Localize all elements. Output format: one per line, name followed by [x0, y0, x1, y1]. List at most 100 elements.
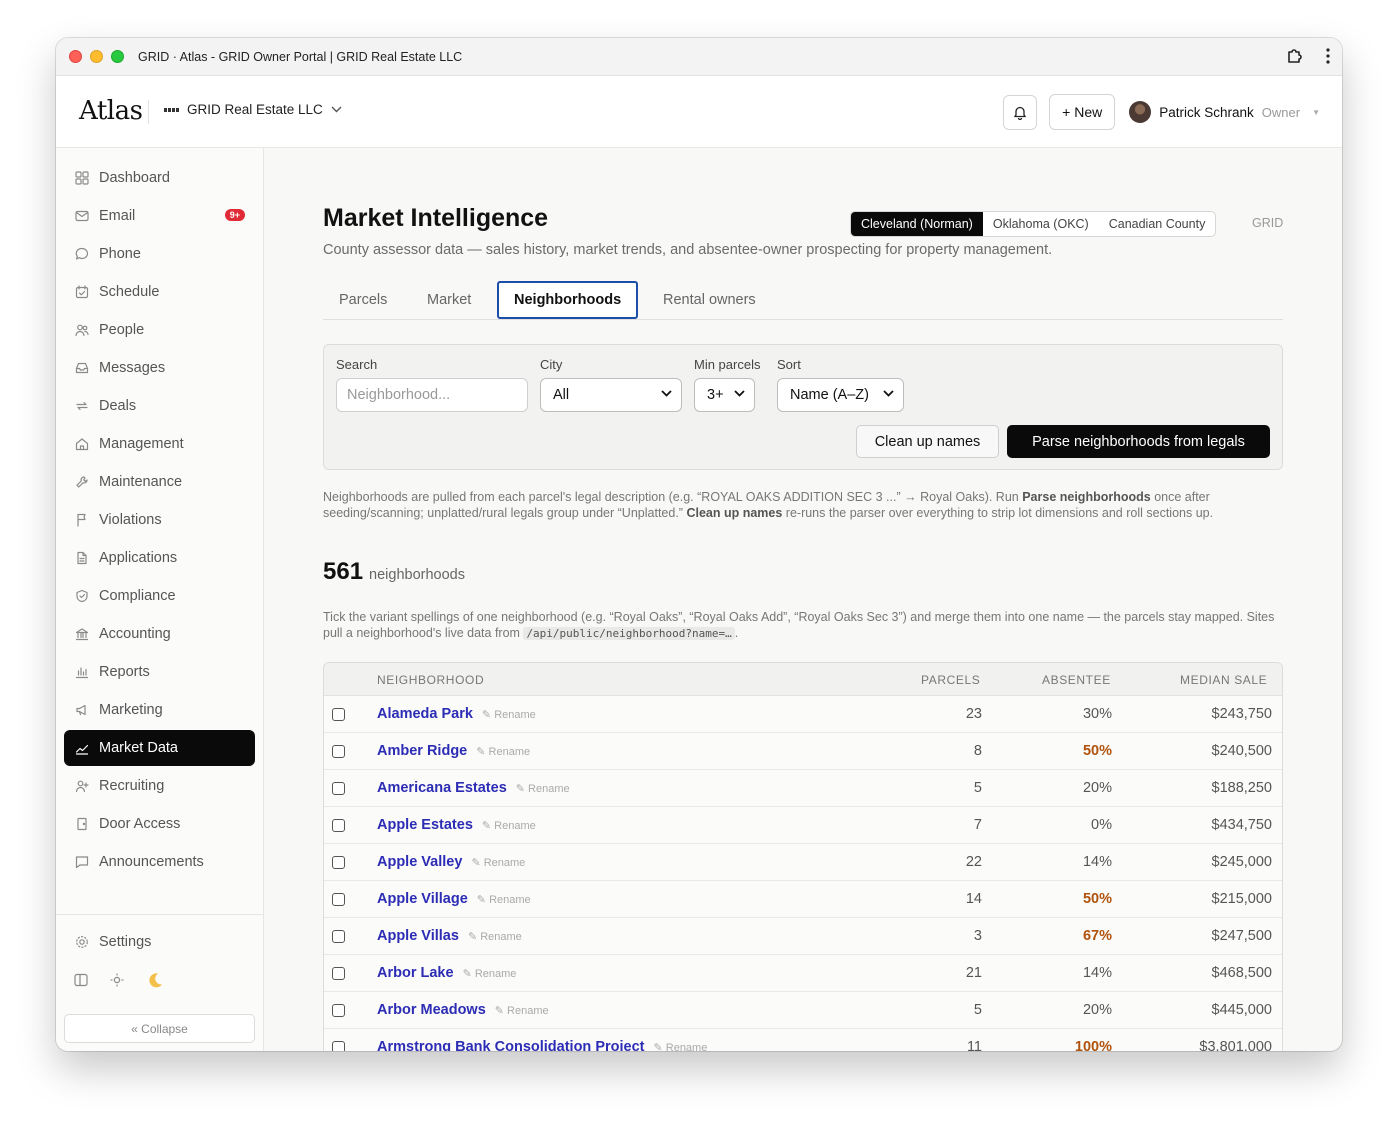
gear-icon [75, 935, 89, 949]
help-text-part: re-runs the parser over everything to st… [782, 506, 1214, 520]
row-checkbox[interactable] [332, 1004, 345, 1017]
sidebar-item-recruiting[interactable]: Recruiting [64, 768, 255, 804]
row-checkbox[interactable] [332, 930, 345, 943]
row-checkbox[interactable] [332, 745, 345, 758]
app-logo[interactable]: Atlas [79, 96, 143, 126]
search-input[interactable]: Neighborhood... [336, 378, 528, 412]
org-switcher[interactable]: GRID Real Estate LLC [164, 102, 342, 117]
rename-link[interactable]: ✎ Rename [468, 930, 522, 943]
moon-icon[interactable] [146, 971, 164, 994]
tab-parcels[interactable]: Parcels [339, 281, 387, 319]
message-square-icon [75, 855, 89, 869]
rename-link[interactable]: ✎ Rename [471, 856, 525, 869]
parcels-cell: 23 [965, 706, 982, 722]
table-row: Apple Village ✎ Rename 14 50% $215,000 [324, 881, 1282, 918]
sidebar-item-accounting[interactable]: Accounting [64, 616, 255, 652]
neighborhood-link[interactable]: Alameda Park ✎ Rename [377, 706, 536, 722]
column-header-median-sale[interactable]: MEDIAN SALE [1180, 673, 1267, 687]
sidebar-item-reports[interactable]: Reports [64, 654, 255, 690]
row-checkbox[interactable] [332, 819, 345, 832]
county-option-oklahoma[interactable]: Oklahoma (OKC) [983, 212, 1099, 236]
city-select[interactable]: All [540, 378, 682, 412]
absentee-cell: 14% [1082, 965, 1112, 981]
sort-select[interactable]: Name (A–Z) [777, 378, 904, 412]
sidebar-item-dashboard[interactable]: Dashboard [64, 160, 255, 196]
row-checkbox[interactable] [332, 856, 345, 869]
theme-switcher [74, 971, 164, 994]
more-menu-icon[interactable] [1326, 48, 1330, 64]
rename-link[interactable]: ✎ Rename [495, 1004, 549, 1017]
sidebar-item-management[interactable]: Management [64, 426, 255, 462]
sidebar-panel-icon[interactable] [74, 973, 88, 992]
sidebar-item-door-access[interactable]: Door Access [64, 806, 255, 842]
county-option-canadian[interactable]: Canadian County [1099, 212, 1216, 236]
rename-link[interactable]: ✎ Rename [482, 819, 536, 832]
sidebar-item-schedule[interactable]: Schedule [64, 274, 255, 310]
sidebar-item-market-data[interactable]: Market Data [64, 730, 255, 766]
collapse-sidebar-button[interactable]: « Collapse [64, 1014, 255, 1043]
neighborhood-link[interactable]: Arbor Lake ✎ Rename [377, 965, 516, 981]
column-header-absentee[interactable]: ABSENTEE [1042, 673, 1111, 687]
table-row: Amber Ridge ✎ Rename 8 50% $240,500 [324, 733, 1282, 770]
neighborhood-link[interactable]: Amber Ridge ✎ Rename [377, 743, 530, 759]
sidebar-item-email[interactable]: Email 9+ [64, 198, 255, 234]
sidebar-item-applications[interactable]: Applications [64, 540, 255, 576]
sidebar-item-settings[interactable]: Settings [64, 924, 255, 960]
row-checkbox[interactable] [332, 967, 345, 980]
sidebar-item-people[interactable]: People [64, 312, 255, 348]
median-sale-cell: $434,750 [1211, 817, 1272, 833]
parcels-cell: 3 [973, 928, 982, 944]
sidebar-item-announcements[interactable]: Announcements [64, 844, 255, 880]
notifications-button[interactable] [1003, 94, 1038, 130]
minimize-window-button[interactable] [90, 50, 103, 63]
rename-link[interactable]: ✎ Rename [482, 708, 536, 721]
column-header-parcels[interactable]: PARCELS [921, 673, 980, 687]
rename-link[interactable]: ✎ Rename [476, 745, 530, 758]
extensions-icon[interactable] [1286, 47, 1304, 65]
row-checkbox[interactable] [332, 893, 345, 906]
sidebar-item-phone[interactable]: Phone [64, 236, 255, 272]
neighborhood-link[interactable]: Apple Villas ✎ Rename [377, 928, 522, 944]
county-option-cleveland[interactable]: Cleveland (Norman) [851, 212, 983, 236]
tab-rental-owners[interactable]: Rental owners [663, 281, 756, 319]
maximize-window-button[interactable] [111, 50, 124, 63]
clean-up-names-button[interactable]: Clean up names [856, 425, 999, 458]
rename-link[interactable]: ✎ Rename [516, 782, 570, 795]
sidebar-item-marketing[interactable]: Marketing [64, 692, 255, 728]
sidebar-item-label: Violations [99, 512, 162, 528]
bell-icon [1014, 106, 1027, 120]
neighborhood-link[interactable]: Americana Estates ✎ Rename [377, 780, 570, 796]
new-button[interactable]: + New [1049, 94, 1116, 130]
sidebar-item-maintenance[interactable]: Maintenance [64, 464, 255, 500]
neighborhood-link[interactable]: Arbor Meadows ✎ Rename [377, 1002, 549, 1018]
tab-neighborhoods[interactable]: Neighborhoods [497, 281, 639, 319]
parse-help-text: Neighborhoods are pulled from each parce… [323, 489, 1283, 521]
sidebar-item-violations[interactable]: Violations [64, 502, 255, 538]
row-checkbox[interactable] [332, 1041, 345, 1051]
chat-bubble-icon [75, 247, 89, 261]
neighborhood-name: Armstrong Bank Consolidation Project [377, 1039, 645, 1051]
row-checkbox[interactable] [332, 782, 345, 795]
parse-neighborhoods-button[interactable]: Parse neighborhoods from legals [1007, 425, 1270, 458]
min-parcels-select[interactable]: 3+ [694, 378, 755, 412]
caret-down-icon: ▼ [1312, 107, 1320, 117]
tab-market[interactable]: Market [427, 281, 471, 319]
rename-link[interactable]: ✎ Rename [477, 893, 531, 906]
sidebar-item-label: Deals [99, 398, 137, 414]
neighborhood-link[interactable]: Apple Valley ✎ Rename [377, 854, 525, 870]
neighborhood-link[interactable]: Armstrong Bank Consolidation Project ✎ Re… [377, 1039, 707, 1051]
user-menu[interactable]: Patrick Schrank Owner ▼ [1129, 101, 1320, 123]
neighborhood-link[interactable]: Apple Village ✎ Rename [377, 891, 531, 907]
sidebar-item-compliance[interactable]: Compliance [64, 578, 255, 614]
close-window-button[interactable] [69, 50, 82, 63]
rename-link[interactable]: ✎ Rename [653, 1041, 707, 1052]
sidebar-item-messages[interactable]: Messages [64, 350, 255, 386]
neighborhood-link[interactable]: Apple Estates ✎ Rename [377, 817, 536, 833]
row-checkbox[interactable] [332, 708, 345, 721]
sidebar-item-deals[interactable]: Deals [64, 388, 255, 424]
sidebar-item-label: Messages [99, 360, 166, 376]
absentee-cell: 50% [1082, 891, 1112, 907]
column-header-neighborhood[interactable]: NEIGHBORHOOD [377, 673, 484, 687]
rename-link[interactable]: ✎ Rename [463, 967, 517, 980]
sun-icon[interactable] [110, 973, 124, 992]
